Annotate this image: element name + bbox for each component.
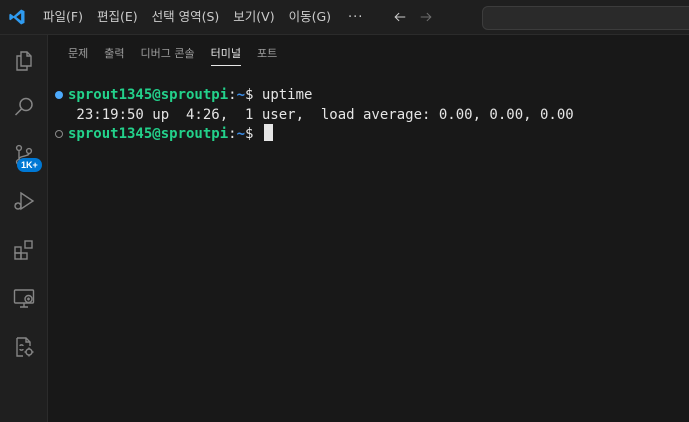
terminal-cursor: [263, 124, 273, 141]
command-center-search[interactable]: [482, 6, 689, 30]
prompt-symbol: $: [245, 126, 262, 142]
terminal-line-prompt: sprout1345@sproutpi:~$: [48, 124, 273, 144]
menu-more-button[interactable]: ···: [338, 10, 373, 25]
terminal-line-output: 23:19:50 up 4:26, 1 user, load average: …: [48, 105, 573, 125]
navigation-controls: [387, 5, 439, 29]
extensions-icon[interactable]: [0, 227, 48, 273]
prompt-symbol: $: [245, 87, 262, 103]
explorer-icon[interactable]: [0, 38, 48, 84]
terminal-line-command: sprout1345@sproutpi:~$ uptime: [48, 85, 312, 105]
menu-edit[interactable]: 편집(E): [90, 5, 145, 29]
run-debug-icon[interactable]: [0, 178, 48, 224]
activity-bar: 1K+: [0, 35, 48, 422]
menu-file[interactable]: 파일(F): [36, 5, 90, 29]
remote-explorer-icon[interactable]: [0, 275, 48, 321]
back-arrow-icon[interactable]: [387, 5, 413, 29]
command-success-decoration-icon[interactable]: [55, 91, 63, 99]
search-icon[interactable]: [0, 84, 48, 130]
title-bar: 파일(F) 편집(E) 선택 영역(S) 보기(V) 이동(G) ···: [0, 0, 689, 35]
prompt-user-host: sprout1345@sproutpi: [68, 87, 229, 103]
menu-go[interactable]: 이동(G): [282, 5, 338, 29]
terminal-command: uptime: [261, 87, 313, 103]
prompt-path: ~: [236, 87, 246, 103]
prompt-path: ~: [236, 126, 246, 142]
tab-ports[interactable]: 포트: [257, 39, 277, 66]
docker-icon[interactable]: [0, 324, 48, 370]
prompt-colon: :: [228, 126, 237, 142]
tab-terminal[interactable]: 터미널: [210, 39, 242, 66]
command-pending-decoration-icon[interactable]: [55, 130, 63, 138]
terminal-view[interactable]: sprout1345@sproutpi:~$ uptime 23:19:50 u…: [48, 85, 689, 422]
panel-tabs: 문제 출력 디버그 콘솔 터미널 포트: [48, 35, 689, 69]
tab-output[interactable]: 출력: [104, 39, 124, 66]
menu-view[interactable]: 보기(V): [226, 5, 281, 29]
uptime-output: 23:19:50 up 4:26, 1 user, load average: …: [68, 107, 574, 123]
tab-problems[interactable]: 문제: [68, 39, 88, 66]
vscode-window: 파일(F) 편집(E) 선택 영역(S) 보기(V) 이동(G) ··· 1K+…: [0, 0, 689, 422]
vscode-logo-icon: [0, 0, 34, 35]
prompt-colon: :: [228, 87, 237, 103]
forward-arrow-icon[interactable]: [413, 5, 439, 29]
prompt-user-host: sprout1345@sproutpi: [68, 126, 229, 142]
source-control-badge: 1K+: [17, 158, 42, 172]
source-control-icon[interactable]: 1K+: [0, 132, 48, 178]
menu-selection[interactable]: 선택 영역(S): [145, 5, 227, 29]
tab-debug-console[interactable]: 디버그 콘솔: [141, 39, 195, 66]
menu-bar: 파일(F) 편집(E) 선택 영역(S) 보기(V) 이동(G) ···: [36, 0, 373, 35]
